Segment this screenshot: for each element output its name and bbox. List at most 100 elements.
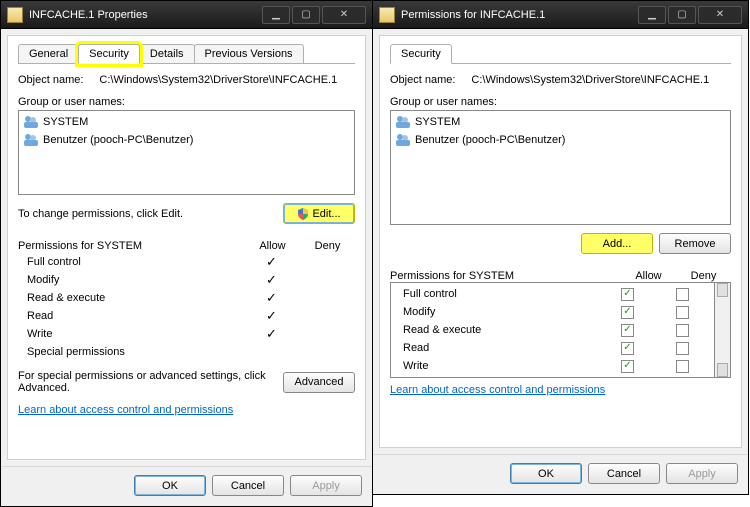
allow-checkbox[interactable] [621, 306, 634, 319]
permissions-list: Full control✓Modify✓Read & execute✓Read✓… [18, 252, 355, 362]
close-button[interactable]: ✕ [698, 6, 742, 24]
group-icon [23, 114, 39, 130]
permission-name: Full control [395, 288, 600, 300]
permission-name: Special permissions [19, 346, 244, 358]
list-item[interactable]: SYSTEM [393, 113, 728, 131]
cancel-button[interactable]: Cancel [212, 475, 284, 496]
permission-row: Modify✓ [19, 271, 354, 289]
minimize-button[interactable]: ▁ [638, 6, 666, 24]
maximize-button[interactable]: ▢ [668, 6, 696, 24]
cancel-button[interactable]: Cancel [588, 463, 660, 484]
permissions-window: Permissions for INFCACHE.1 ▁ ▢ ✕ Securit… [372, 0, 749, 495]
allow-header: Allow [621, 270, 676, 282]
permission-row: Read✓ [19, 307, 354, 325]
deny-checkbox[interactable] [676, 288, 689, 301]
deny-checkbox[interactable] [676, 342, 689, 355]
group-icon [395, 114, 411, 130]
properties-window: INFCACHE.1 Properties ▁ ▢ ✕ General Secu… [0, 0, 373, 507]
allow-cell: ✓ [244, 254, 299, 270]
user-list[interactable]: SYSTEM Benutzer (pooch-PC\Benutzer) [390, 110, 731, 225]
deny-header: Deny [676, 270, 731, 282]
allow-checkbox[interactable] [621, 360, 634, 373]
minimize-button[interactable]: ▁ [262, 6, 290, 24]
apply-button[interactable]: Apply [290, 475, 362, 496]
file-icon [379, 7, 395, 23]
permission-name: Modify [395, 306, 600, 318]
object-name-label: Object name: [18, 74, 83, 86]
learn-link[interactable]: Learn about access control and permissio… [390, 384, 731, 396]
permission-name: Write [395, 360, 600, 372]
allow-checkbox[interactable] [621, 342, 634, 355]
apply-button[interactable]: Apply [666, 463, 738, 484]
permission-row: Write [395, 357, 710, 375]
permission-row: Modify [395, 303, 710, 321]
permission-row: Read [395, 339, 710, 357]
permissions-label: Permissions for SYSTEM [390, 270, 621, 282]
tab-previous-versions[interactable]: Previous Versions [194, 44, 304, 63]
deny-checkbox[interactable] [676, 324, 689, 337]
ok-button[interactable]: OK [510, 463, 582, 484]
permission-row: Full control [395, 285, 710, 303]
titlebar[interactable]: INFCACHE.1 Properties ▁ ▢ ✕ [1, 1, 372, 29]
permission-name: Read & execute [395, 324, 600, 336]
window-title: Permissions for INFCACHE.1 [401, 9, 638, 21]
titlebar[interactable]: Permissions for INFCACHE.1 ▁ ▢ ✕ [373, 1, 748, 29]
remove-button[interactable]: Remove [659, 233, 731, 254]
advanced-button[interactable]: Advanced [283, 372, 355, 393]
deny-header: Deny [300, 240, 355, 252]
shield-icon [297, 208, 309, 220]
group-icon [23, 132, 39, 148]
maximize-button[interactable]: ▢ [292, 6, 320, 24]
allow-cell: ✓ [244, 326, 299, 342]
permissions-label: Permissions for SYSTEM [18, 240, 245, 252]
permission-row: Special permissions [19, 343, 354, 361]
advanced-text: For special permissions or advanced sett… [18, 370, 275, 394]
tab-security[interactable]: Security [390, 44, 452, 64]
deny-checkbox[interactable] [676, 306, 689, 319]
permission-name: Read & execute [19, 292, 244, 304]
list-item[interactable]: Benutzer (pooch-PC\Benutzer) [393, 131, 728, 149]
close-button[interactable]: ✕ [322, 6, 366, 24]
user-list[interactable]: SYSTEM Benutzer (pooch-PC\Benutzer) [18, 110, 355, 195]
permission-name: Modify [19, 274, 244, 286]
list-item-label: Benutzer (pooch-PC\Benutzer) [415, 134, 565, 146]
object-path: C:\Windows\System32\DriverStore\INFCACHE… [471, 74, 731, 86]
tab-bar: Security [390, 44, 731, 64]
permission-name: Read [395, 342, 600, 354]
group-icon [395, 132, 411, 148]
list-item[interactable]: Benutzer (pooch-PC\Benutzer) [21, 131, 352, 149]
allow-cell: ✓ [244, 308, 299, 324]
tab-security[interactable]: Security [78, 44, 140, 64]
learn-link[interactable]: Learn about access control and permissio… [18, 404, 355, 416]
object-path: C:\Windows\System32\DriverStore\INFCACHE… [99, 74, 355, 86]
window-title: INFCACHE.1 Properties [29, 9, 262, 21]
list-item-label: SYSTEM [415, 116, 460, 128]
group-label: Group or user names: [18, 96, 355, 108]
object-name-label: Object name: [390, 74, 455, 86]
permission-row: Full control✓ [19, 253, 354, 271]
tab-details[interactable]: Details [139, 44, 195, 63]
tab-bar: General Security Details Previous Versio… [18, 44, 355, 64]
allow-cell: ✓ [244, 290, 299, 306]
edit-button[interactable]: Edit... [283, 203, 355, 224]
add-button[interactable]: Add... [581, 233, 653, 254]
file-icon [7, 7, 23, 23]
scrollbar[interactable] [715, 282, 731, 378]
permission-row: Read & execute [395, 321, 710, 339]
ok-button[interactable]: OK [134, 475, 206, 496]
permission-row: Read & execute✓ [19, 289, 354, 307]
list-item-label: Benutzer (pooch-PC\Benutzer) [43, 134, 193, 146]
allow-checkbox[interactable] [621, 324, 634, 337]
permission-name: Read [19, 310, 244, 322]
tab-general[interactable]: General [18, 44, 79, 63]
permission-row: Write✓ [19, 325, 354, 343]
allow-cell: ✓ [244, 272, 299, 288]
deny-checkbox[interactable] [676, 360, 689, 373]
permission-name: Write [19, 328, 244, 340]
allow-checkbox[interactable] [621, 288, 634, 301]
group-label: Group or user names: [390, 96, 731, 108]
list-item-label: SYSTEM [43, 116, 88, 128]
change-permissions-text: To change permissions, click Edit. [18, 208, 183, 220]
permissions-list: Full control Modify Read & execute Read Writ… [390, 282, 715, 378]
list-item[interactable]: SYSTEM [21, 113, 352, 131]
